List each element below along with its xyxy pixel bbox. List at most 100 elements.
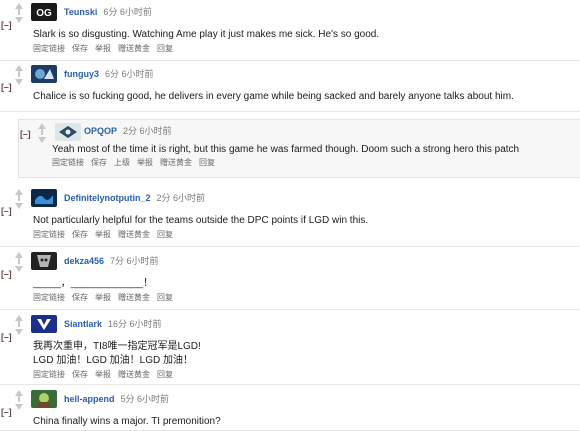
author-link[interactable]: funguy3 [64,69,99,79]
og-logo-icon: OG [31,3,57,21]
comment-action-link[interactable]: 固定链接 [33,370,65,379]
comment-action-link[interactable]: 举报 [137,158,153,167]
comment-text-line: _____，_____________！ [33,278,154,289]
comment-body: Chalice is so fucking good, he delivers … [33,90,514,104]
comment-action-link[interactable]: 回复 [157,230,173,239]
author-link[interactable]: Definitelynotputin_2 [64,193,151,203]
comment-action-link[interactable]: 赠送黄金 [118,230,150,239]
comment-body: China finally wins a major. TI premoniti… [33,415,221,429]
hero-avatar-icon [31,390,57,408]
vote-arrows [36,123,48,143]
comment-meta: Definitelynotputin_2 2分 6小时前 [64,193,205,204]
downvote-icon[interactable] [15,329,23,335]
comment-action-link[interactable]: 保存 [72,230,88,239]
comment-action-link[interactable]: 回复 [157,44,173,53]
comment-body: _____，_____________！ [33,277,153,291]
comment-action-link[interactable]: 赠送黄金 [118,44,150,53]
comment-meta: OPQOP 2分 6小时前 [84,126,172,137]
author-link[interactable]: Teunski [64,7,97,17]
comment-action-link[interactable]: 举报 [95,293,111,302]
comment-body: Not particularly helpful for the teams o… [33,214,368,228]
comment-action-link[interactable]: 回复 [157,293,173,302]
comment-action-link[interactable]: 保存 [72,293,88,302]
comment-action-link[interactable]: 上级 [114,158,130,167]
comment: [–] Definitelynotputin_2 2分 6小时前 Not partic… [0,186,580,247]
eg-logo-icon [55,123,81,141]
comment-actions: 固定链接 保存 举报 赠送黄金 回复 [33,44,180,54]
comment: [–] hell-append 5分 6小时前 China finally wins … [0,387,580,431]
comment-action-link[interactable]: 赠送黄金 [160,158,192,167]
collapse-toggle[interactable]: [–] [1,206,12,216]
comment-action-link[interactable]: 固定链接 [33,230,65,239]
comment-action-link[interactable]: 赠送黄金 [118,293,150,302]
comment-body: Slark is so disgusting. Watching Ame pla… [33,28,379,42]
comment: [–] dekza456 7分 6小时前 _____，_____________！ 固定… [0,249,580,310]
vote-divider [18,9,20,15]
secret-logo-icon [31,252,57,270]
comment-action-link[interactable]: 固定链接 [33,44,65,53]
collapse-toggle[interactable]: [–] [20,129,31,139]
comment-meta: Siantlark 16分 6小时前 [64,319,162,330]
comment-timestamp: 6分 6小时前 [103,7,152,17]
comment-action-link[interactable]: 固定链接 [33,293,65,302]
downvote-icon[interactable] [15,17,23,23]
comment-actions: 固定链接 保存 举报 赠送黄金 回复 [33,370,180,380]
comment-timestamp: 5分 6小时前 [120,394,170,404]
comment: [–] OPQOP 2分 6小时前 Yeah most of the time it … [18,119,580,178]
downvote-icon[interactable] [15,404,23,410]
comment: [–] OG Teunski 6分 6小时前 Slark is so disgustin… [0,0,580,61]
comment-action-link[interactable]: 保存 [72,370,88,379]
vote-arrows [13,65,25,85]
collapse-toggle[interactable]: [–] [1,82,12,92]
team-avatar-icon [31,65,57,83]
vote-divider [18,258,20,264]
author-link[interactable]: OPQOP [84,126,117,136]
vote-arrows [13,189,25,209]
comment-timestamp: 2分 6小时前 [123,126,172,136]
vote-divider [18,71,20,77]
comment-text-line: Yeah most of the time it is right, but t… [52,144,520,155]
comment-meta: hell-append 5分 6小时前 [64,394,169,405]
downvote-icon[interactable] [38,137,46,143]
comment-timestamp: 2分 6小时前 [156,193,206,203]
vote-arrows [13,390,25,410]
vote-divider [18,396,20,402]
author-link[interactable]: Siantlark [64,319,102,329]
svg-text:OG: OG [36,8,52,19]
author-link[interactable]: dekza456 [64,256,104,266]
collapse-toggle[interactable]: [–] [1,20,12,30]
comment-action-link[interactable]: 保存 [72,44,88,53]
comment-action-link[interactable]: 举报 [95,44,111,53]
comment-actions: 固定链接 保存 举报 赠送黄金 回复 [33,293,180,303]
vote-divider [41,129,43,135]
downvote-icon[interactable] [15,266,23,272]
downvote-icon[interactable] [15,79,23,85]
comment-action-link[interactable]: 保存 [91,158,107,167]
comment-body: Yeah most of the time it is right, but t… [52,143,519,157]
comment-action-link[interactable]: 赠送黄金 [118,370,150,379]
vote-divider [18,195,20,201]
collapse-toggle[interactable]: [–] [1,269,12,279]
comment-meta: dekza456 7分 6小时前 [64,256,159,267]
comment-text-line: Not particularly helpful for the teams o… [33,215,369,226]
comment-timestamp: 16分 6小时前 [108,319,162,329]
collapse-toggle[interactable]: [–] [1,332,12,342]
author-link[interactable]: hell-append [64,394,115,404]
liquid-logo-icon [31,189,57,207]
comment-meta: funguy3 6分 6小时前 [64,69,154,80]
comment-timestamp: 6分 6小时前 [105,69,154,79]
comment-action-link[interactable]: 举报 [95,370,111,379]
vote-arrows [13,252,25,272]
comment-meta: Teunski 6分 6小时前 [64,7,152,18]
comment-body: 我再次重申，TI8唯一指定冠军是LGD! LGD 加油！LGD 加油！LGD 加油… [33,340,201,368]
comment-action-link[interactable]: 固定链接 [52,158,84,167]
comment-action-link[interactable]: 举报 [95,230,111,239]
collapse-toggle[interactable]: [–] [1,407,12,417]
downvote-icon[interactable] [15,203,23,209]
comment: [–] Siantlark 16分 6小时前我再次重申，TI8唯一指定冠军是LGD!… [0,312,580,385]
vote-arrows [13,3,25,23]
comment-action-link[interactable]: 回复 [157,370,173,379]
comment-text-line: 我再次重申，TI8唯一指定冠军是LGD! [33,341,201,352]
comment-action-link[interactable]: 回复 [199,158,215,167]
comment: [–] funguy3 6分 6小时前 Chalice is so fucking g… [0,62,580,112]
